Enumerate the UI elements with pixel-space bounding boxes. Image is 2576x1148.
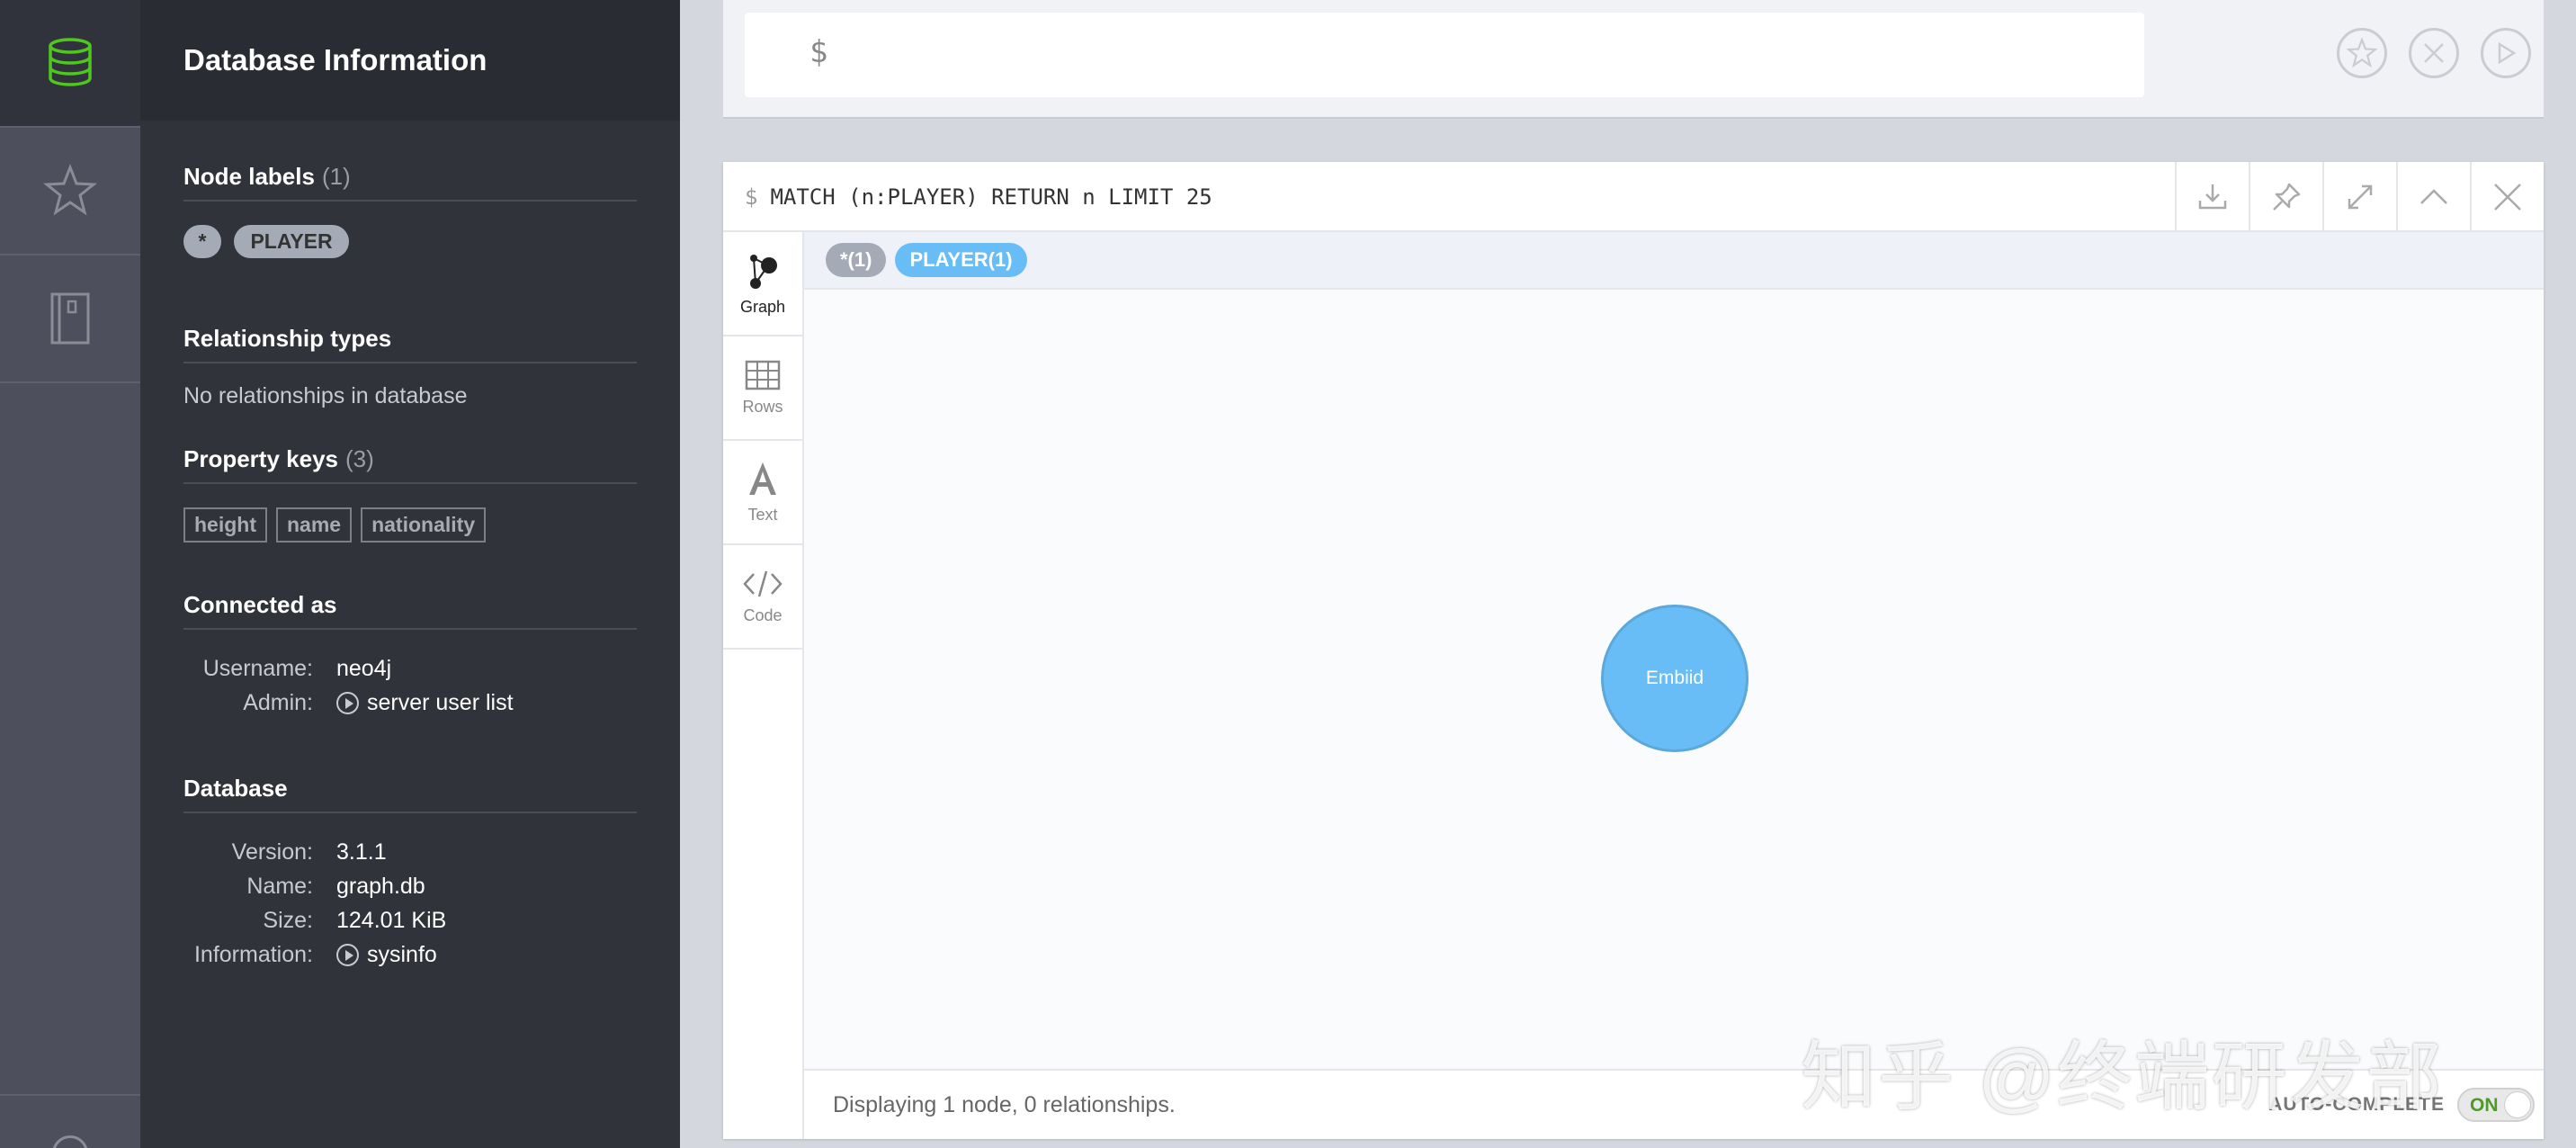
legend-all-pill[interactable]: *(1) <box>826 243 887 277</box>
play-circle-icon <box>336 943 359 966</box>
rail-help-button[interactable] <box>0 1094 140 1148</box>
star-icon <box>43 164 97 216</box>
autocomplete-toggle[interactable]: ON <box>2457 1088 2535 1122</box>
version-row: Version: 3.1.1 <box>231 839 387 865</box>
graph-icon <box>750 254 777 289</box>
tab-text[interactable]: Text <box>723 441 802 545</box>
username-row: Username: neo4j <box>202 655 392 681</box>
node-labels-section: Node labels (1) * PLAYER <box>183 153 637 258</box>
code-icon <box>743 570 783 596</box>
query-text: MATCH (n:PLAYER) RETURN n LIMIT 25 <box>770 184 1212 210</box>
connected-as-section: Connected as Username: neo4j Admin: serv… <box>183 581 637 720</box>
icon-rail <box>0 0 140 1148</box>
admin-row: Admin: server user list <box>243 689 514 716</box>
query-prefix: $ <box>745 184 758 210</box>
editor-prompt: $ <box>809 34 828 70</box>
database-section: Database Version: 3.1.1 Name: graph.db S… <box>183 765 637 972</box>
server-user-list-link[interactable]: server user list <box>336 690 514 716</box>
tab-rows[interactable]: Rows <box>723 336 802 441</box>
label-pill-all[interactable]: * <box>183 225 221 258</box>
username-value: neo4j <box>336 655 392 681</box>
drawer-title: Database Information <box>183 43 487 76</box>
label-pill-player[interactable]: PLAYER <box>234 225 349 258</box>
chevron-up-icon <box>2420 189 2447 204</box>
result-frame: $ MATCH (n:PLAYER) RETURN n LIMIT 25 Gra… <box>723 162 2544 1139</box>
property-keys-section: Property keys (3) height name nationality <box>183 435 637 543</box>
property-keys-heading: Property keys (3) <box>183 435 637 484</box>
database-heading: Database <box>183 765 637 813</box>
help-icon <box>52 1135 88 1148</box>
rail-database-button[interactable] <box>0 0 140 128</box>
graph-legend: *(1) PLAYER(1) <box>804 232 2544 290</box>
connected-as-heading: Connected as <box>183 581 637 630</box>
database-icon <box>49 38 92 86</box>
text-icon <box>749 462 776 495</box>
query-editor: $ <box>723 0 2544 119</box>
watermark: 知乎 @终端研发部 <box>1801 1035 2444 1119</box>
tab-graph[interactable]: Graph <box>723 232 802 336</box>
drawer-header: Database Information <box>140 0 680 121</box>
close-icon <box>2424 43 2444 63</box>
table-icon <box>745 360 781 390</box>
close-frame-button[interactable] <box>2470 162 2544 232</box>
fullscreen-button[interactable] <box>2322 162 2396 232</box>
property-keys-count: (3) <box>344 444 374 472</box>
node-labels-heading: Node labels (1) <box>183 153 637 202</box>
property-key-height[interactable]: height <box>183 507 267 543</box>
legend-player-pill[interactable]: PLAYER(1) <box>895 243 1027 277</box>
view-tabs: Graph Rows Text Code <box>723 232 804 1139</box>
relationship-types-section: Relationship types No relationships in d… <box>183 315 637 409</box>
graph-node[interactable]: Embiid <box>1601 605 1749 752</box>
pin-icon <box>2273 183 2301 211</box>
play-circle-icon <box>336 691 359 714</box>
no-relationships-text: No relationships in database <box>183 383 468 408</box>
rail-favorites-button[interactable] <box>0 128 140 256</box>
node-caption: Embiid <box>1645 668 1704 688</box>
rail-documents-button[interactable] <box>0 256 140 383</box>
collapse-button[interactable] <box>2396 162 2470 232</box>
name-row: Name: graph.db <box>246 873 425 899</box>
frame-header: $ MATCH (n:PLAYER) RETURN n LIMIT 25 <box>723 162 2544 232</box>
clear-query-button[interactable] <box>2409 28 2459 78</box>
size-row: Size: 124.01 KiB <box>263 907 447 933</box>
download-icon <box>2198 184 2227 210</box>
graph-canvas[interactable]: Embiid <box>804 290 2544 1069</box>
toggle-knob <box>2504 1091 2531 1118</box>
property-key-name[interactable]: name <box>276 507 353 543</box>
autocomplete-state: ON <box>2470 1095 2499 1116</box>
run-query-button[interactable] <box>2481 28 2531 78</box>
frame-query[interactable]: $ MATCH (n:PLAYER) RETURN n LIMIT 25 <box>745 162 1212 232</box>
database-information-drawer: Database Information Node labels (1) * P… <box>140 0 680 1148</box>
query-input[interactable]: $ <box>745 13 2144 97</box>
sysinfo-link[interactable]: sysinfo <box>336 942 437 968</box>
play-icon <box>2498 42 2517 64</box>
book-icon <box>50 292 90 345</box>
node-labels-count: (1) <box>321 162 351 190</box>
favorite-query-button[interactable] <box>2337 28 2387 78</box>
close-icon <box>2494 184 2521 211</box>
information-row: Information: sysinfo <box>193 941 437 968</box>
expand-icon <box>2348 184 2373 210</box>
download-button[interactable] <box>2175 162 2249 232</box>
star-icon <box>2347 38 2377 68</box>
status-text: Displaying 1 node, 0 relationships. <box>833 1091 1176 1117</box>
tab-code[interactable]: Code <box>723 545 802 650</box>
property-key-nationality[interactable]: nationality <box>361 507 487 543</box>
relationship-types-heading: Relationship types <box>183 315 637 363</box>
pin-button[interactable] <box>2249 162 2322 232</box>
